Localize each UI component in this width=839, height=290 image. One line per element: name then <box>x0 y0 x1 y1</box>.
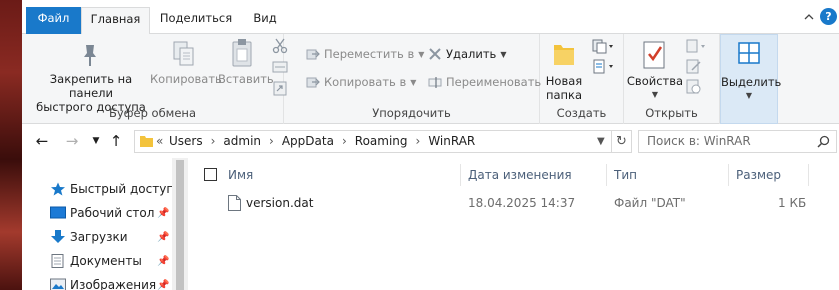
pictures-icon <box>50 278 66 290</box>
collapse-ribbon-icon[interactable] <box>802 10 816 24</box>
group-select[interactable]: Выделить ▼ <box>720 34 781 124</box>
group-label-clipboard: Буфер обмена <box>108 106 196 120</box>
search-icon <box>817 135 830 148</box>
open-icon[interactable] <box>686 38 706 54</box>
select-icon <box>738 42 760 64</box>
rename-icon <box>428 77 442 88</box>
recent-locations-icon[interactable]: ▼ <box>88 133 104 149</box>
properties-button[interactable]: Свойства ▼ <box>624 74 686 102</box>
chevron-right-icon[interactable]: › <box>211 131 216 152</box>
help-icon[interactable]: ? <box>820 8 837 25</box>
edit-icon[interactable] <box>686 58 702 74</box>
chevron-right-icon[interactable]: › <box>416 131 421 152</box>
nav-scrollbar[interactable] <box>172 158 188 290</box>
group-clipboard: Закрепить на панели быстрого доступа Коп… <box>22 34 288 124</box>
ribbon-home: Закрепить на панели быстрого доступа Коп… <box>22 34 839 124</box>
search-box[interactable]: Поиск в: WinRAR <box>638 130 837 153</box>
file-name[interactable]: version.dat <box>246 192 313 214</box>
column-divider[interactable] <box>808 164 809 186</box>
desktop-background <box>0 0 22 290</box>
breadcrumb-roaming[interactable]: Roaming <box>355 134 408 148</box>
pin-icon[interactable]: 📌 <box>157 280 169 290</box>
new-folder-button[interactable]: Новая папка <box>544 74 584 102</box>
select-all-checkbox[interactable] <box>204 168 217 181</box>
paste-button[interactable]: Вставить <box>218 72 274 86</box>
group-open: Свойства ▼ Открыть <box>624 34 720 124</box>
ribbon-tabs: Файл Главная Поделиться Вид ? <box>22 0 839 35</box>
nav-scrollbar-thumb[interactable] <box>176 160 184 290</box>
tab-view[interactable]: Вид <box>248 7 282 31</box>
folder-icon <box>140 136 153 147</box>
column-header-name[interactable]: Имя <box>228 162 253 188</box>
group-label-organize: Упорядочить <box>372 106 451 120</box>
column-divider[interactable] <box>606 164 607 186</box>
breadcrumb-users[interactable]: Users <box>169 134 203 148</box>
breadcrumb-admin[interactable]: admin <box>223 134 261 148</box>
downloads-icon <box>51 230 65 243</box>
tab-share[interactable]: Поделиться <box>156 7 236 31</box>
star-icon <box>51 182 65 196</box>
search-input[interactable]: Поиск в: WinRAR <box>647 131 751 152</box>
column-header-date[interactable]: Дата изменения <box>468 162 572 188</box>
delete-icon <box>429 48 441 60</box>
file-type: Файл "DAT" <box>614 196 686 210</box>
documents-icon <box>51 254 64 268</box>
group-label-open: Открыть <box>645 106 698 120</box>
file-size: 1 КБ <box>778 196 807 210</box>
new-folder-icon <box>554 45 574 65</box>
address-dropdown-icon[interactable]: ▼ <box>597 131 605 152</box>
pin-icon <box>84 45 96 66</box>
group-label-new: Создать <box>556 106 607 120</box>
refresh-icon[interactable]: ↻ <box>612 130 632 153</box>
pin-icon[interactable]: 📌 <box>157 208 169 219</box>
breadcrumb-winrar[interactable]: WinRAR <box>428 134 475 148</box>
copy-icon <box>173 41 194 66</box>
copy-to-icon <box>306 77 320 88</box>
breadcrumb-overflow[interactable]: « <box>156 131 163 152</box>
new-item-icon[interactable] <box>592 38 614 54</box>
breadcrumb: Users › admin › AppData › Roaming › WinRAR <box>169 131 475 152</box>
properties-icon <box>643 41 665 69</box>
pin-icon[interactable]: 📌 <box>157 256 169 267</box>
chevron-right-icon[interactable]: › <box>342 131 347 152</box>
breadcrumb-appdata[interactable]: AppData <box>282 134 334 148</box>
up-icon[interactable]: ↑ <box>108 133 124 149</box>
address-row: ← → ▼ ↑ « Users › admin › AppData › Roaming › Wi… <box>22 124 839 158</box>
pin-icon[interactable]: 📌 <box>157 232 169 243</box>
table-row[interactable]: version.dat 18.04.2025 14:37 Файл "DAT" … <box>192 192 812 214</box>
column-divider[interactable] <box>460 164 461 186</box>
select-button[interactable]: Выделить ▼ <box>721 75 781 103</box>
forward-icon[interactable]: → <box>64 133 80 149</box>
column-divider[interactable] <box>728 164 729 186</box>
group-new: Новая папка Создать <box>540 34 624 124</box>
history-icon[interactable] <box>686 78 702 94</box>
file-icon <box>228 195 241 211</box>
explorer-window: Файл Главная Поделиться Вид ? Закрепить … <box>22 0 839 290</box>
column-header-type[interactable]: Тип <box>614 162 637 188</box>
file-list: Имя Дата изменения Тип Размер version.da… <box>192 158 839 290</box>
move-to-icon <box>306 49 320 60</box>
easy-access-icon[interactable] <box>592 58 614 76</box>
copy-button[interactable]: Копировать <box>150 72 222 86</box>
desktop-icon <box>50 206 66 219</box>
tab-home[interactable]: Главная <box>81 7 150 35</box>
group-organize: Переместить в▼ Копировать в▼ Удалить▼ <box>284 34 541 124</box>
file-date: 18.04.2025 14:37 <box>468 196 576 210</box>
paste-icon <box>232 39 252 67</box>
navigation-pane: Быстрый доступ Рабочий стол 📌 Загрузки 📌… <box>22 158 192 290</box>
address-bar[interactable]: « Users › admin › AppData › Roaming › WinRAR ▼ <box>134 130 612 153</box>
tab-file[interactable]: Файл <box>26 7 81 34</box>
chevron-right-icon[interactable]: › <box>269 131 274 152</box>
column-header-size[interactable]: Размер <box>736 162 781 188</box>
back-icon[interactable]: ← <box>34 133 50 149</box>
